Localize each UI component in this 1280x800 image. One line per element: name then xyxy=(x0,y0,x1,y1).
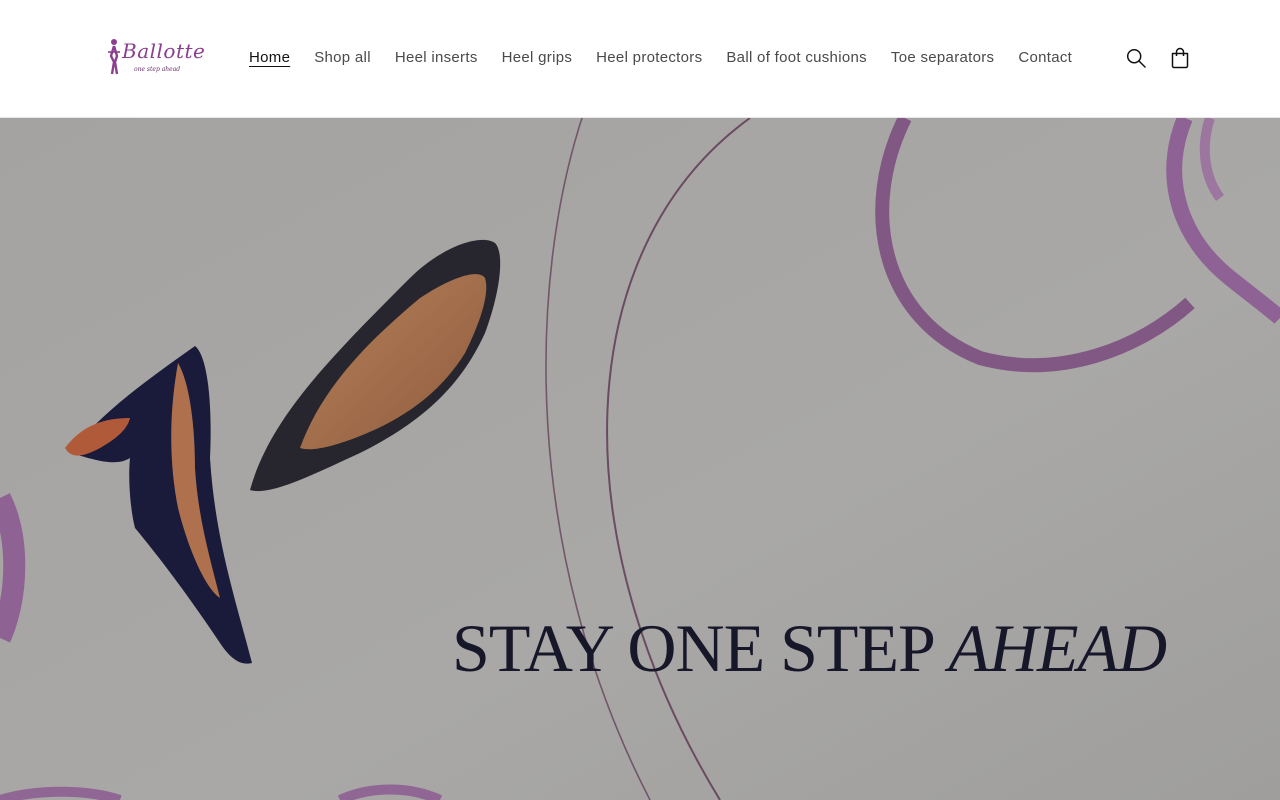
nav-link-heel-inserts[interactable]: Heel inserts xyxy=(383,40,490,76)
brand-name: Ballotte xyxy=(122,39,206,63)
brand-logo[interactable]: Ballotte one step ahead xyxy=(100,36,205,80)
nav-link-heel-grips[interactable]: Heel grips xyxy=(490,40,585,76)
nav-link-home[interactable]: Home xyxy=(237,40,302,76)
hero-headline-emphasis: AHEAD xyxy=(948,610,1167,686)
hero-headline: STAY ONE STEP AHEAD xyxy=(452,608,1232,688)
hero-banner: STAY ONE STEP AHEAD xyxy=(0,118,1280,800)
nav-link-heel-protectors[interactable]: Heel protectors xyxy=(584,40,714,76)
cart-icon xyxy=(1171,47,1189,69)
hero-headline-main: STAY ONE STEP xyxy=(452,610,933,686)
brand-tagline: one step ahead xyxy=(134,66,181,73)
hero-image xyxy=(0,118,1280,800)
nav-link-ball-of-foot-cushions[interactable]: Ball of foot cushions xyxy=(714,40,879,76)
nav-link-toe-separators[interactable]: Toe separators xyxy=(879,40,1006,76)
search-button[interactable] xyxy=(1114,36,1158,80)
nav-link-contact[interactable]: Contact xyxy=(1006,40,1084,76)
cart-button[interactable] xyxy=(1158,36,1202,80)
nav-link-shop-all[interactable]: Shop all xyxy=(302,40,383,76)
search-icon xyxy=(1126,48,1146,68)
main-nav: Home Shop all Heel inserts Heel grips He… xyxy=(237,40,1084,76)
logo-figure-icon xyxy=(108,39,120,75)
site-header: Ballotte one step ahead Home Shop all He… xyxy=(0,0,1280,118)
